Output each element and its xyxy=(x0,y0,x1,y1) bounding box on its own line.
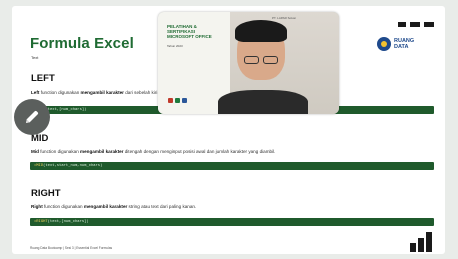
banner-year: Tahun 2023 xyxy=(167,44,183,48)
presenter-shirt xyxy=(218,90,308,114)
banner-title: PELATIHAN & SERTIFIKASI MICROSOFT OFFICE xyxy=(167,24,212,40)
section-desc-left: Left function digunakan mengambil karakt… xyxy=(31,90,163,95)
pencil-icon xyxy=(26,110,39,123)
presenter-glasses xyxy=(242,56,280,64)
brand-text: RUANG DATA xyxy=(394,38,415,50)
presenter-hair xyxy=(235,20,287,42)
section-desc-right: Right function digunakan mengambil karak… xyxy=(31,204,197,209)
code-block-mid: =MID(text,start_num,num_chars) xyxy=(30,162,434,170)
section-desc-mid: Mid function digunakan mengambil karakte… xyxy=(31,149,276,154)
ruang-data-icon xyxy=(377,37,391,51)
edit-button[interactable] xyxy=(14,99,50,135)
code-block-right: =RIGHT(text,[num_chars]) xyxy=(30,218,434,226)
office-app-icons xyxy=(168,98,187,103)
ruang-data-logo: RUANG DATA xyxy=(377,37,414,51)
wall-logo: PT. LAPAR Solusi xyxy=(272,16,296,20)
footer-bars-icon xyxy=(404,232,434,252)
brand-bars-icon xyxy=(398,22,434,32)
section-heading-right: RIGHT xyxy=(31,188,61,199)
slide-subtitle: Text xyxy=(31,55,39,60)
section-heading-left: LEFT xyxy=(31,73,55,84)
slide-footer: Ruang Data Bootcamp | Sesi 3 | Essential… xyxy=(30,246,113,250)
slide-title: Formula Excel xyxy=(30,35,134,52)
presenter-video[interactable]: PELATIHAN & SERTIFIKASI MICROSOFT OFFICE… xyxy=(158,12,339,114)
